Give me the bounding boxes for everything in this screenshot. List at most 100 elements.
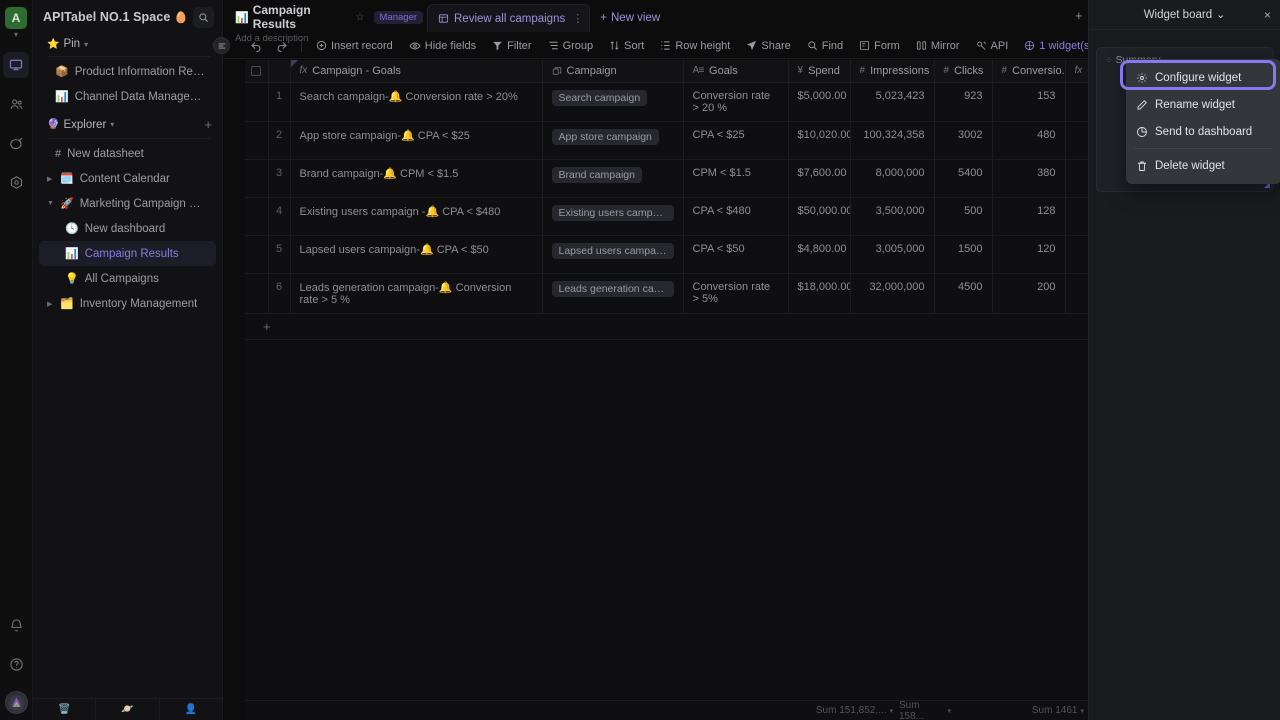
cell-impressions[interactable]: 3,500,000 bbox=[850, 197, 935, 236]
chevron-right-icon[interactable]: ▶ bbox=[47, 300, 54, 308]
add-record-row[interactable]: + bbox=[245, 314, 1105, 340]
column-header-clicks[interactable]: # Clicks bbox=[934, 60, 993, 83]
cell-campaign-goals[interactable]: Leads generation campaign-🔔 Conversion r… bbox=[290, 273, 543, 314]
add-node-button[interactable]: + bbox=[204, 117, 212, 132]
sidebar-collapse-button[interactable] bbox=[213, 37, 230, 54]
drag-handle-icon[interactable]: ⁘ bbox=[1105, 55, 1112, 66]
cell-spend[interactable]: $4,800.00 bbox=[788, 235, 851, 274]
cell-conversions[interactable]: 120 bbox=[992, 235, 1066, 274]
cell-impressions[interactable]: 100,324,358 bbox=[850, 121, 935, 160]
table-row[interactable]: 2 App store campaign-🔔 CPA < $25 App sto… bbox=[245, 121, 1126, 160]
sidebar-item-new-datasheet[interactable]: # New datasheet bbox=[39, 141, 216, 166]
cell-goals[interactable]: CPM < $1.5 bbox=[683, 159, 789, 198]
user-avatar[interactable] bbox=[4, 691, 28, 714]
toolbar-mirror[interactable]: Mirror bbox=[908, 35, 968, 57]
new-view-button[interactable]: + New view bbox=[590, 4, 670, 32]
cell-campaign[interactable]: App store campaign bbox=[542, 121, 684, 160]
cell-clicks[interactable]: 3002 bbox=[934, 121, 993, 160]
cell-goals[interactable]: CPA < $480 bbox=[683, 197, 789, 236]
toolbar-share[interactable]: Share bbox=[738, 35, 798, 57]
cell-campaign[interactable]: Brand campaign bbox=[542, 159, 684, 198]
cell-impressions[interactable]: 3,005,000 bbox=[850, 235, 935, 274]
summary-cell[interactable]: Sum 1461 ▾ bbox=[957, 705, 1090, 716]
cell-clicks[interactable]: 4500 bbox=[934, 273, 993, 314]
row-checkbox[interactable] bbox=[245, 82, 269, 122]
toolbar-group[interactable]: Group bbox=[540, 35, 602, 57]
widget-board-title[interactable]: Widget board ⌄ bbox=[1144, 9, 1226, 21]
cell-conversions[interactable]: 380 bbox=[992, 159, 1066, 198]
cell-clicks[interactable]: 500 bbox=[934, 197, 993, 236]
cell-campaign[interactable]: Lapsed users campaign bbox=[542, 235, 684, 274]
column-header-goals[interactable]: A≡ Goals bbox=[683, 60, 789, 83]
cell-clicks[interactable]: 5400 bbox=[934, 159, 993, 198]
sidebar-section-explorer[interactable]: 🔮 Explorer ▾ + bbox=[33, 113, 222, 136]
rail-item-notifications[interactable] bbox=[3, 612, 29, 638]
sidebar-item-pinned[interactable]: 📦 Product Information Resourc... bbox=[39, 59, 216, 84]
table-row[interactable]: 4 Existing users campaign -🔔 CPA < $480 … bbox=[245, 197, 1126, 236]
cell-goals[interactable]: Conversion rate > 5% bbox=[683, 273, 789, 314]
cell-conversions[interactable]: 200 bbox=[992, 273, 1066, 314]
cell-campaign-goals[interactable]: Lapsed users campaign-🔔 CPA < $50 bbox=[290, 235, 543, 274]
summary-cell[interactable]: Sum 158... ▾ bbox=[899, 700, 957, 720]
cell-impressions[interactable]: 8,000,000 bbox=[850, 159, 935, 198]
toolbar-form[interactable]: Form bbox=[851, 35, 908, 57]
description-placeholder[interactable]: Add a description bbox=[235, 33, 423, 44]
cell-campaign-goals[interactable]: Search campaign-🔔 Conversion rate > 20% bbox=[290, 82, 543, 122]
row-checkbox[interactable] bbox=[245, 159, 269, 198]
menu-item-delete-widget[interactable]: Delete widget bbox=[1126, 152, 1280, 179]
cell-campaign[interactable]: Existing users campaign bbox=[542, 197, 684, 236]
toolbar-row-height[interactable]: Row height bbox=[652, 35, 738, 57]
cell-campaign[interactable]: Search campaign bbox=[542, 82, 684, 122]
sidebar-section-pin[interactable]: ⭐ Pin ▾ bbox=[33, 34, 222, 54]
favorite-star-icon[interactable]: ☆ bbox=[356, 12, 365, 23]
cell-campaign-goals[interactable]: App store campaign-🔔 CPA < $25 bbox=[290, 121, 543, 160]
chevron-down-icon[interactable]: ▾ bbox=[110, 120, 114, 129]
table-row[interactable]: 1 Search campaign-🔔 Conversion rate > 20… bbox=[245, 82, 1126, 122]
sidebar-item-new-dashboard[interactable]: 🕓 New dashboard bbox=[39, 216, 216, 241]
sidebar-item-all-campaigns[interactable]: 💡 All Campaigns bbox=[39, 266, 216, 291]
chevron-right-icon[interactable]: ▶ bbox=[47, 175, 54, 183]
cell-goals[interactable]: CPA < $25 bbox=[683, 121, 789, 160]
cell-campaign-goals[interactable]: Brand campaign-🔔 CPM < $1.5 bbox=[290, 159, 543, 198]
toolbar-filter[interactable]: Filter bbox=[484, 35, 539, 57]
cell-clicks[interactable]: 923 bbox=[934, 82, 993, 122]
column-header-impressions[interactable]: # Impressions bbox=[850, 60, 935, 83]
cell-impressions[interactable]: 5,023,423 bbox=[850, 82, 935, 122]
row-checkbox[interactable] bbox=[245, 197, 269, 236]
rail-item-help[interactable] bbox=[3, 651, 29, 677]
sidebar-trash-button[interactable]: 🗑️ bbox=[33, 699, 97, 720]
table-row[interactable]: 3 Brand campaign-🔔 CPM < $1.5 Brand camp… bbox=[245, 159, 1126, 198]
column-header-campaign-goals[interactable]: fx Campaign - Goals bbox=[290, 60, 543, 83]
cell-spend[interactable]: $7,600.00 bbox=[788, 159, 851, 198]
sidebar-invite-button[interactable]: 👤 bbox=[160, 699, 222, 720]
tab-review-all-campaigns[interactable]: Review all campaigns ⋮ bbox=[427, 4, 591, 32]
select-all-checkbox[interactable] bbox=[245, 60, 269, 83]
space-logo[interactable]: A bbox=[5, 7, 27, 29]
table-row[interactable]: 5 Lapsed users campaign-🔔 CPA < $50 Laps… bbox=[245, 235, 1126, 274]
sidebar-search-button[interactable] bbox=[193, 6, 214, 28]
cell-campaign-goals[interactable]: Existing users campaign -🔔 CPA < $480 bbox=[290, 197, 543, 236]
sidebar-item-pinned[interactable]: 📊 Channel Data Management bbox=[39, 84, 216, 109]
table-row[interactable]: 6 Leads generation campaign-🔔 Conversion… bbox=[245, 273, 1126, 314]
sidebar-item-content-calendar[interactable]: ▶ 🗓️ Content Calendar bbox=[39, 166, 216, 191]
add-widget-button[interactable]: + bbox=[1075, 8, 1083, 23]
rail-item-template[interactable] bbox=[3, 130, 29, 156]
column-header-conversions[interactable]: # Conversio... bbox=[992, 60, 1066, 83]
cell-impressions[interactable]: 32,000,000 bbox=[850, 273, 935, 314]
row-checkbox[interactable] bbox=[245, 121, 269, 160]
menu-item-rename-widget[interactable]: Rename widget bbox=[1126, 91, 1280, 118]
summary-cell[interactable]: Sum 151,852,... ▾ bbox=[753, 705, 899, 716]
menu-item-configure-widget[interactable]: Configure widget bbox=[1126, 64, 1280, 91]
toolbar-find[interactable]: Find bbox=[799, 35, 851, 57]
cell-conversions[interactable]: 480 bbox=[992, 121, 1066, 160]
sidebar-item-marketing-campaign[interactable]: ▼ 🚀 Marketing Campaign Manag... bbox=[39, 191, 216, 216]
sidebar-item-campaign-results[interactable]: 📊 Campaign Results bbox=[39, 241, 216, 266]
rail-item-members[interactable] bbox=[3, 91, 29, 117]
sidebar-template-center-button[interactable]: 🪐 bbox=[96, 699, 160, 720]
rail-item-settings[interactable] bbox=[3, 169, 29, 195]
tab-more-icon[interactable]: ⋮ bbox=[572, 12, 583, 25]
rail-item-workbench[interactable] bbox=[3, 52, 29, 78]
close-icon[interactable]: × bbox=[1264, 9, 1271, 21]
chevron-down-icon[interactable]: ▾ bbox=[84, 40, 88, 49]
space-name[interactable]: APITabel NO.1 Space 🥚 bbox=[43, 10, 193, 24]
